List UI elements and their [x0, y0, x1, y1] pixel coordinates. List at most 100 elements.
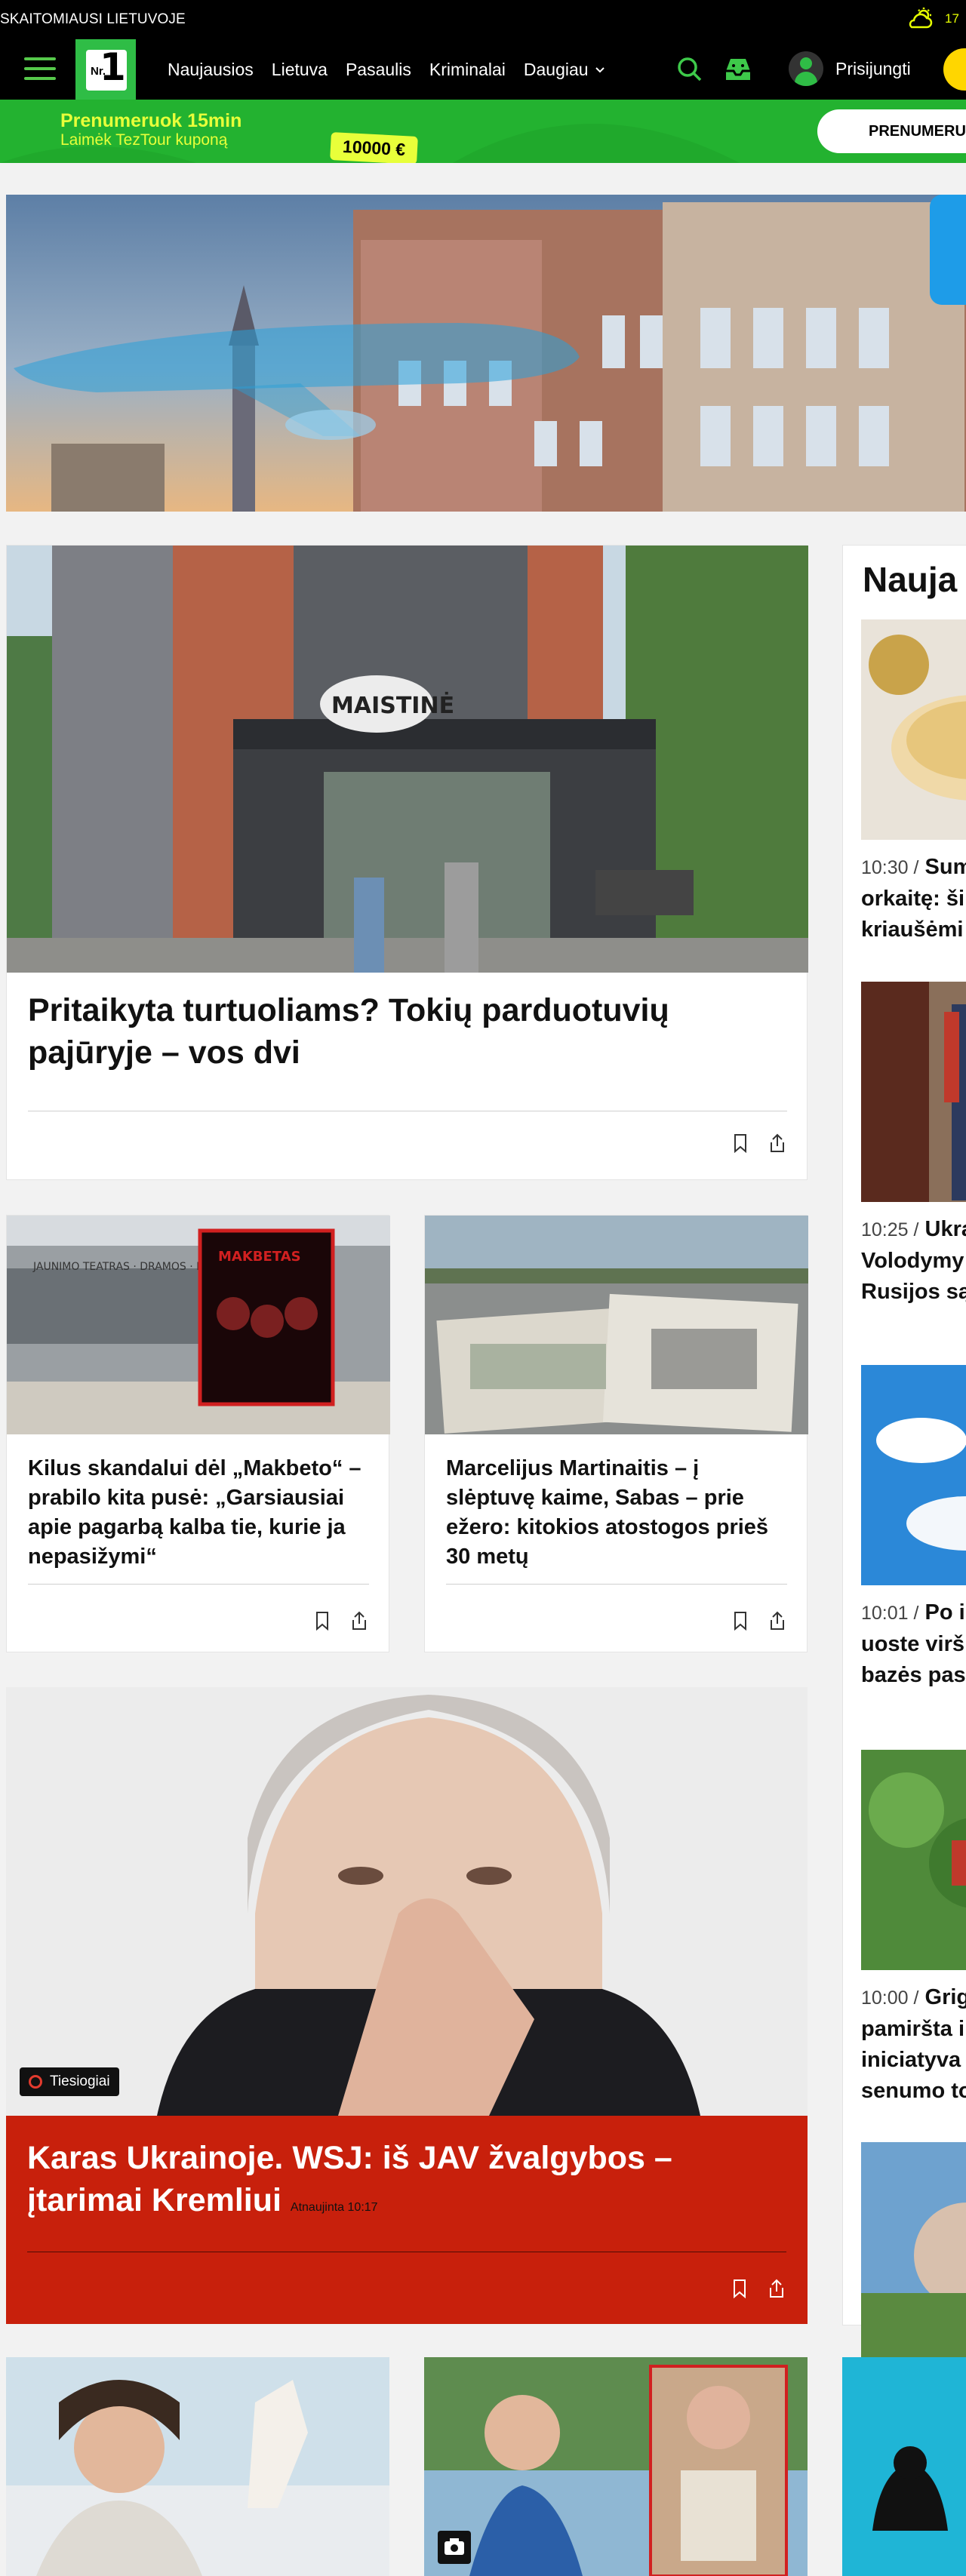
svg-text:JAUNIMO TEATRAS · DRAMOS · LT: JAUNIMO TEATRAS · DRAMOS · LT — [32, 1261, 208, 1273]
share-icon[interactable] — [769, 1611, 786, 1631]
article-divider — [28, 1584, 369, 1585]
sidebar-news-text: 10:00 / Grig pamiršta i iniciatyva senum… — [861, 1982, 966, 2107]
nav-item-naujausios[interactable]: Naujausios — [168, 60, 254, 80]
featured-article-image: MAISTINĖ — [7, 546, 808, 973]
live-article-image — [6, 1687, 808, 2116]
sidebar-news-line: orkaitę: ši — [861, 887, 964, 911]
share-icon[interactable] — [768, 2279, 785, 2298]
sidebar-news-image — [861, 619, 966, 840]
sidebar-news-line: kriaušėmi — [861, 918, 964, 942]
logo-one: 1 — [100, 45, 126, 89]
bookmark-icon[interactable] — [733, 1611, 748, 1631]
sidebar-news-text: 10:30 / Sum orkaitę: ši kriaušėmi — [861, 852, 966, 945]
sidebar-news-item[interactable]: 10:25 / Ukra Volodymy Rusijos są — [861, 982, 966, 1308]
nav-item-pasaulis[interactable]: Pasaulis — [346, 60, 411, 80]
bookmark-icon[interactable] — [315, 1611, 330, 1631]
sidebar-news-line: Ukra — [924, 1217, 966, 1241]
featured-article-card[interactable]: MAISTINĖ Pritaikyta turtuoliams? Tokių p… — [6, 545, 808, 1180]
sidebar-title: Nauja — [863, 560, 958, 599]
sidebar-news-text: 10:25 / Ukra Volodymy Rusijos są — [861, 1214, 966, 1308]
sidebar-news-image — [861, 1365, 966, 1585]
temperature: 17 — [945, 11, 959, 26]
svg-text:MAKBETAS: MAKBETAS — [218, 1249, 301, 1265]
sidebar-news-time: 10:01 / — [861, 1603, 919, 1624]
main-nav: Nr. 1 Naujausios Lietuva Pasaulis Krimin… — [0, 39, 966, 100]
nav-item-lietuva[interactable]: Lietuva — [272, 60, 328, 80]
article-actions — [733, 1611, 786, 1631]
article-actions — [315, 1611, 368, 1631]
sidebar-news-time: 10:00 / — [861, 1987, 919, 2009]
sidebar-news-image — [861, 982, 966, 1202]
article-divider — [446, 1584, 787, 1585]
article-image — [842, 2357, 966, 2576]
sidebar-news-item[interactable] — [861, 2142, 966, 2362]
share-icon[interactable] — [351, 1611, 368, 1631]
nav-icons — [676, 56, 753, 83]
banner-image — [6, 195, 966, 512]
live-headline-panel: Karas Ukrainoje. WSJ: iš JAV žvalgybos –… — [6, 2116, 808, 2324]
article-image — [425, 1216, 808, 1434]
sidebar-news-time: 10:30 / — [861, 857, 919, 878]
inbox-icon[interactable] — [723, 56, 753, 83]
login-button[interactable]: Prisijungti — [789, 51, 911, 86]
sidebar-news-time: 10:25 / — [861, 1219, 919, 1240]
article-image — [6, 2357, 389, 2576]
camera-icon — [438, 2531, 471, 2564]
nav-item-kriminalai[interactable]: Kriminalai — [429, 60, 506, 80]
promo-subtitle: Laimėk TezTour kuponą — [60, 131, 228, 149]
article-headline[interactable]: Kilus skandalui dėl „Makbeto“ – prabilo … — [28, 1454, 375, 1572]
sidebar-news-line: Sum — [924, 855, 966, 879]
cloud-sun-icon — [909, 8, 933, 29]
promo-title: Prenumeruok 15min — [60, 110, 242, 131]
login-label: Prisijungti — [835, 58, 911, 78]
latest-news-sidebar: Nauja 10:30 / Sum orkaitę: ši kriaušėmi … — [842, 545, 966, 2362]
featured-headline[interactable]: Pritaikyta turtuoliams? Tokių parduotuvi… — [28, 989, 783, 1074]
share-icon[interactable] — [769, 1133, 786, 1153]
user-avatar-icon — [789, 51, 823, 86]
promo-subscribe-button[interactable]: PRENUMERUO — [817, 109, 966, 153]
sidebar-news-line: iniciatyva — [861, 2048, 961, 2072]
sidebar-news-line: senumo to — [861, 2079, 966, 2103]
subscribe-button[interactable] — [943, 48, 966, 91]
advertisement-banner[interactable] — [6, 195, 966, 512]
banner-side-tab[interactable] — [930, 195, 966, 305]
bookmark-icon[interactable] — [733, 1133, 748, 1153]
article-card[interactable]: Marcelijus Martinaitis – į slėptuvę kaim… — [424, 1215, 808, 1652]
sidebar-news-item[interactable]: 10:30 / Sum orkaitę: ši kriaušėmi — [861, 619, 966, 945]
live-article-card[interactable]: Tiesiogiai Karas Ukrainoje. WSJ: iš JAV … — [6, 1687, 808, 2324]
nav-item-daugiau-label: Daugiau — [523, 60, 589, 79]
article-card[interactable]: JAUNIMO TEATRAS · DRAMOS · LT MAKBETAS K… — [6, 1215, 390, 1652]
nav-item-daugiau[interactable]: Daugiau — [524, 60, 605, 80]
live-badge: Tiesiogiai — [20, 2067, 119, 2096]
live-updated-time: Atnaujinta 10:17 — [290, 2201, 378, 2214]
sidebar-news-image — [861, 1750, 966, 1970]
sidebar-news-item[interactable]: 10:00 / Grig pamiršta i iniciatyva senum… — [861, 1750, 966, 2107]
live-actions — [732, 2279, 785, 2298]
menu-icon[interactable] — [24, 57, 56, 81]
featured-actions — [733, 1133, 786, 1153]
article-image: JAUNIMO TEATRAS · DRAMOS · LT MAKBETAS — [7, 1216, 390, 1434]
sidebar-news-line: bazės pas — [861, 1663, 966, 1687]
sidebar-news-line: Rusijos są — [861, 1280, 966, 1304]
top-bar: SKAITOMIAUSI LIETUVOJE 17 — [0, 0, 966, 39]
sidebar-news-line: uoste virš — [861, 1632, 964, 1656]
promo-banner[interactable]: Prenumeruok 15min Laimėk TezTour kuponą … — [0, 100, 966, 163]
site-logo[interactable]: Nr. 1 — [75, 39, 136, 100]
live-headline[interactable]: Karas Ukrainoje. WSJ: iš JAV žvalgybos –… — [27, 2137, 706, 2229]
bookmark-icon[interactable] — [732, 2279, 747, 2298]
article-card[interactable] — [424, 2357, 808, 2576]
sidebar-news-line: Grig — [924, 1985, 966, 2009]
weather-widget[interactable]: 17 — [906, 8, 959, 30]
sidebar-news-line: Volodymy — [861, 1249, 964, 1273]
svg-text:MAISTINĖ: MAISTINĖ — [331, 692, 454, 719]
sidebar-news-line: pamiršta i — [861, 2017, 964, 2041]
promo-price: 10000 € — [330, 132, 419, 163]
tagline: SKAITOMIAUSI LIETUVOJE — [0, 11, 186, 27]
search-icon[interactable] — [676, 56, 703, 83]
article-headline[interactable]: Marcelijus Martinaitis – į slėptuvę kaim… — [446, 1454, 793, 1572]
sidebar-news-item[interactable]: 10:01 / Po in uoste virš bazės pas — [861, 1365, 966, 1691]
article-card[interactable] — [6, 2357, 389, 2576]
article-image — [424, 2357, 808, 2576]
sidebar-news-line: Po in — [924, 1600, 966, 1625]
article-card[interactable] — [842, 2357, 966, 2576]
